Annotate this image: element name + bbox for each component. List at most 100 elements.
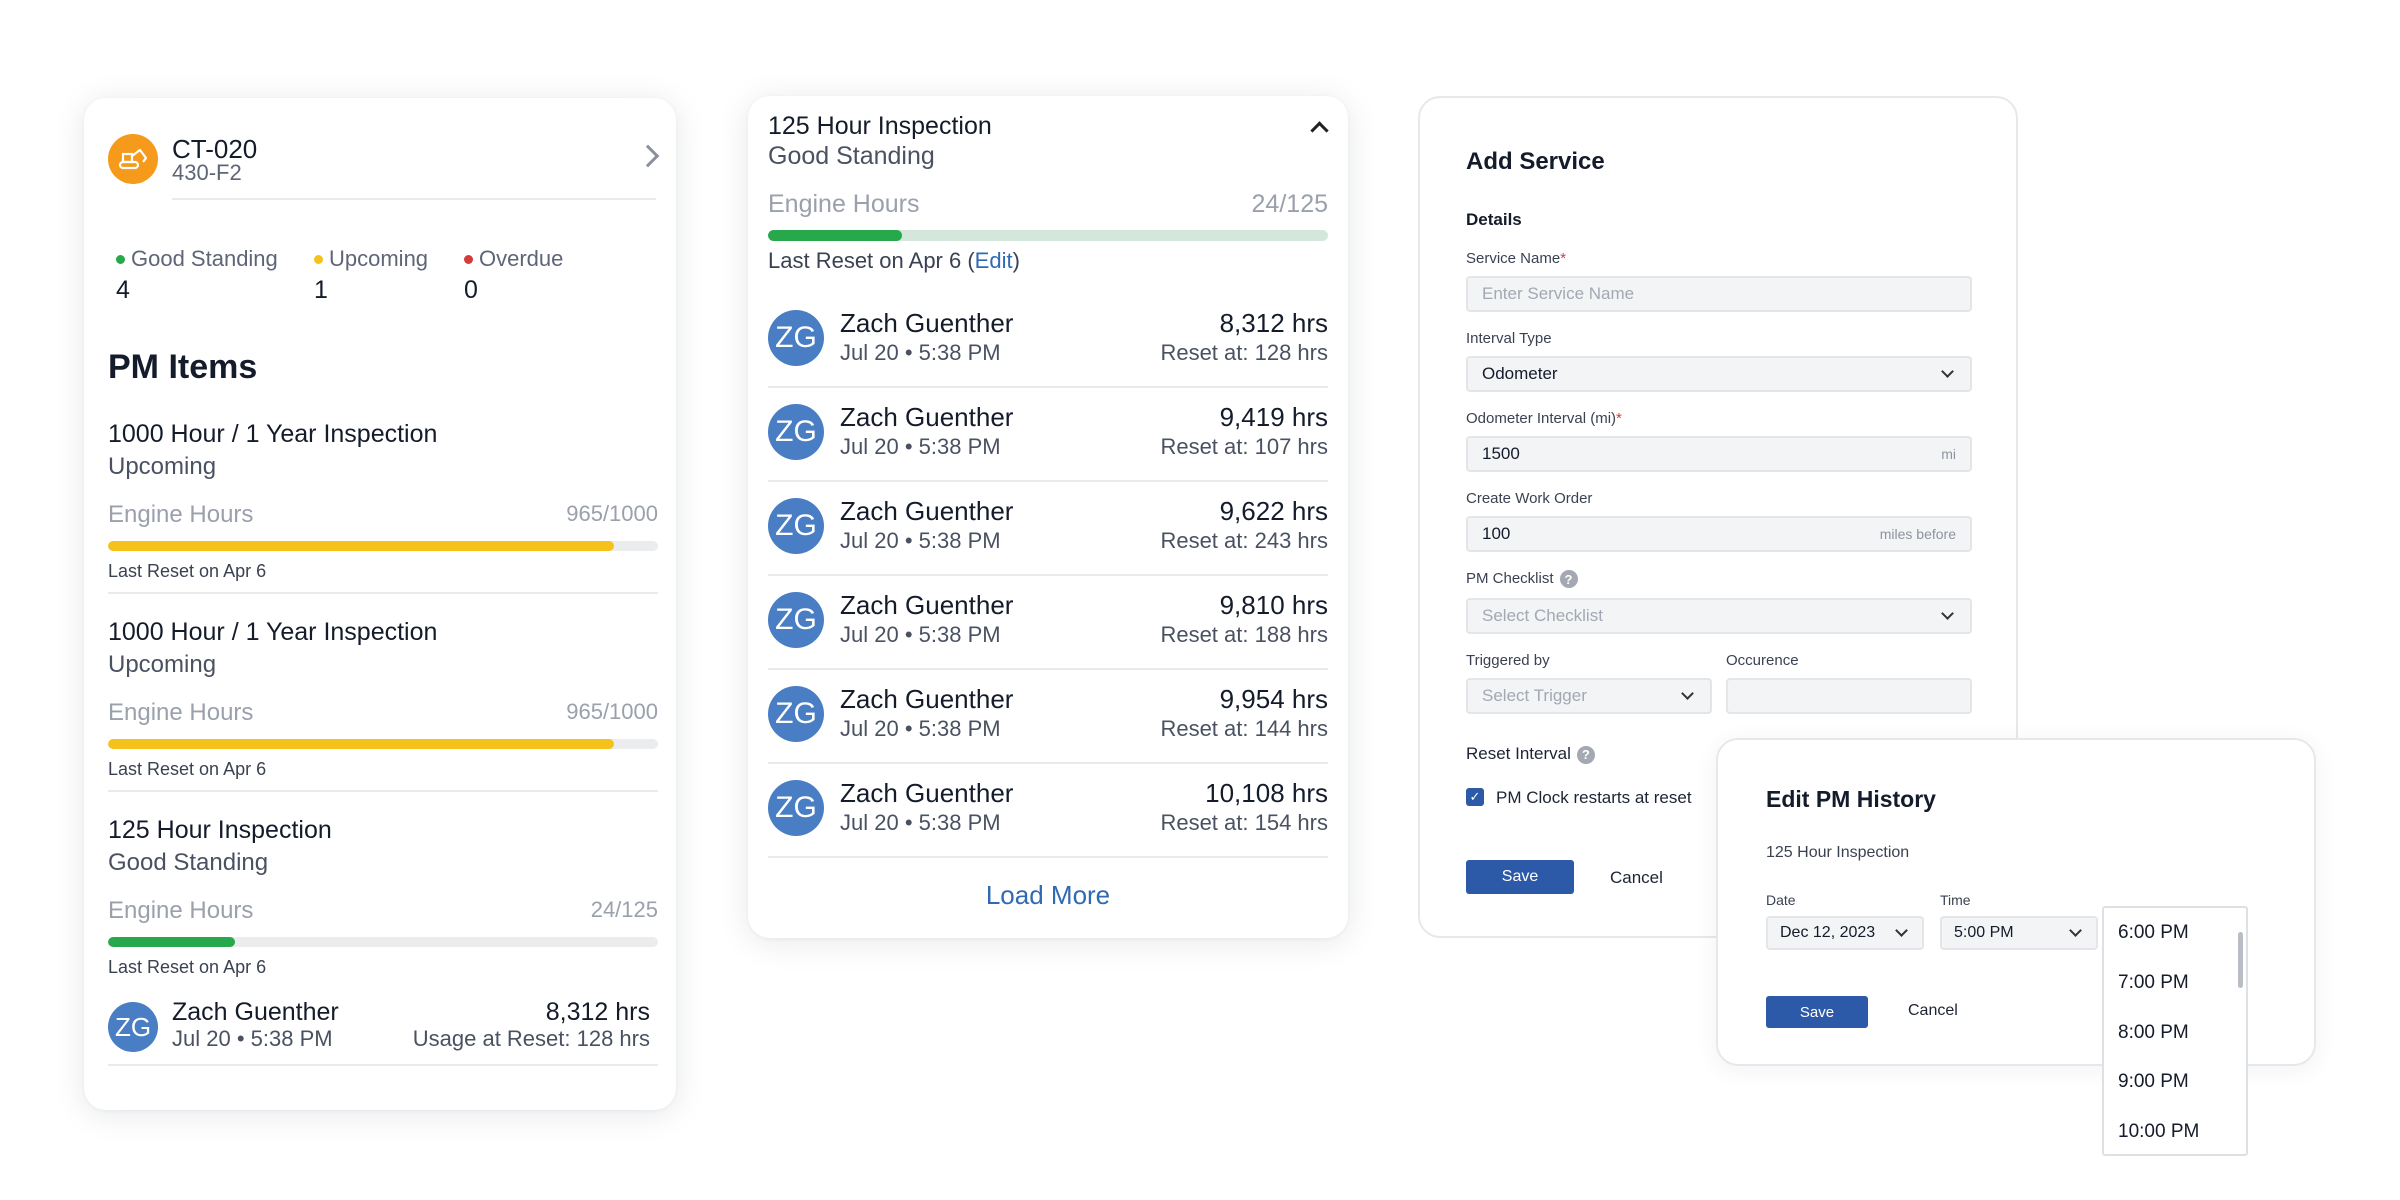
upcoming-dot [314, 254, 323, 264]
avatar: ZG [768, 780, 824, 836]
time-option[interactable]: 7:00 PM [2118, 972, 2189, 994]
pm-item-reset: Last Reset on Apr 6 [108, 759, 267, 779]
service-name-input[interactable]: Enter Service Name [1466, 276, 1972, 312]
divider [108, 790, 658, 792]
progress-fill [108, 739, 614, 749]
date-select[interactable]: Dec 12, 2023 [1766, 916, 1924, 950]
history-reset: Reset at: 188 hrs [1160, 622, 1328, 647]
inspection-history-card: 125 Hour Inspection Good Standing Engine… [748, 96, 1348, 938]
dialog-subtitle: 125 Hour Inspection [1766, 844, 1910, 861]
chevron-up-icon[interactable] [1310, 121, 1329, 140]
history-row[interactable]: ZG Zach Guenther Jul 20 • 5:38 PM 9,810 … [768, 576, 1328, 670]
help-icon[interactable]: ? [1559, 570, 1578, 589]
history-hours: 9,419 hrs [1219, 402, 1328, 432]
stat-overdue-label: Overdue [464, 246, 563, 272]
history-row[interactable]: ZG Zach Guenther Jul 20 • 5:38 PM 9,622 … [768, 482, 1328, 576]
help-icon[interactable]: ? [1576, 745, 1595, 764]
service-name-label: Service Name* [1466, 250, 1567, 267]
pm-item-status: Upcoming [108, 651, 217, 678]
cancel-button[interactable]: Cancel [1610, 868, 1663, 888]
history-hours: 9,954 hrs [1219, 684, 1328, 714]
history-hours: 9,810 hrs [1219, 590, 1328, 620]
save-button[interactable]: Save [1466, 860, 1574, 894]
progress-fill [108, 937, 235, 947]
stat-upcoming-label: Upcoming [314, 246, 428, 272]
time-options-list: 6:00 PM 7:00 PM 8:00 PM 9:00 PM 10:00 PM [2102, 906, 2248, 1156]
history-hours: 10,108 hrs [1205, 778, 1328, 808]
work-order-label: Create Work Order [1466, 490, 1593, 507]
time-option[interactable]: 6:00 PM [2118, 922, 2189, 944]
chevron-down-icon [1941, 607, 1954, 620]
avatar: ZG [768, 592, 824, 648]
history-timestamp: Jul 20 • 5:38 PM [172, 1026, 333, 1051]
progress-fill [108, 541, 614, 551]
time-option[interactable]: 8:00 PM [2118, 1022, 2189, 1044]
history-row[interactable]: ZG Zach Guenther Jul 20 • 5:38 PM 10,108… [768, 764, 1328, 858]
inspection-status: Good Standing [768, 142, 935, 170]
pm-item-name: 1000 Hour / 1 Year Inspection [108, 618, 438, 646]
pm-item[interactable]: 125 Hour Inspection Good Standing Engine… [108, 816, 658, 978]
history-reset: Reset at: 243 hrs [1160, 528, 1328, 553]
history-timestamp: Jul 20 • 5:38 PM [840, 434, 1001, 459]
inspection-metric: Engine Hours 24/125 [768, 190, 1328, 218]
divider [108, 592, 658, 594]
time-select[interactable]: 5:00 PM [1940, 916, 2098, 950]
pm-item[interactable]: 1000 Hour / 1 Year Inspection Upcoming E… [108, 420, 658, 582]
work-order-input[interactable]: 100 miles before [1466, 516, 1972, 552]
pm-clock-checkbox-label: PM Clock restarts at reset [1496, 788, 1692, 807]
reset-interval-label: Reset Interval? [1466, 744, 1595, 764]
odometer-interval-input[interactable]: 1500 mi [1466, 436, 1972, 472]
occurence-input[interactable] [1726, 678, 1972, 714]
pm-item-reset: Last Reset on Apr 6 [108, 957, 267, 977]
pm-checklist-select[interactable]: Select Checklist [1466, 598, 1972, 634]
form-title: Add Service [1466, 148, 1605, 175]
history-user-name: Zach Guenther [840, 496, 1014, 526]
history-row[interactable]: ZG Zach Guenther Jul 20 • 5:38 PM 9,419 … [768, 388, 1328, 482]
avatar: ZG [768, 498, 824, 554]
history-reset: Usage at Reset: 128 hrs [412, 1026, 650, 1051]
edit-reset-link[interactable]: Edit [975, 248, 1013, 273]
load-more-button[interactable]: Load More [748, 880, 1348, 911]
progress-bar [108, 937, 658, 947]
history-hours: 8,312 hrs [1219, 308, 1328, 338]
scrollbar-thumb[interactable] [2238, 932, 2243, 988]
chevron-right-icon[interactable] [636, 144, 660, 168]
stat-good-value: 4 [116, 276, 130, 304]
overdue-dot [464, 254, 473, 264]
chevron-down-icon [1681, 687, 1694, 700]
triggered-by-select[interactable]: Select Trigger [1466, 678, 1712, 714]
time-option[interactable]: 9:00 PM [2118, 1071, 2189, 1093]
pm-item-status: Good Standing [108, 849, 269, 876]
pm-item-metric: Engine Hours 965/1000 [108, 501, 658, 528]
save-button[interactable]: Save [1766, 996, 1868, 1028]
pm-item-reset: Last Reset on Apr 6 [108, 561, 267, 581]
occurence-label: Occurence [1726, 652, 1799, 669]
pm-item[interactable]: 1000 Hour / 1 Year Inspection Upcoming E… [108, 618, 658, 780]
history-row[interactable]: ZG Zach Guenther Jul 20 • 5:38 PM 8,312 … [768, 294, 1328, 388]
history-timestamp: Jul 20 • 5:38 PM [840, 622, 1001, 647]
excavator-icon [108, 134, 158, 184]
pm-item-status: Upcoming [108, 453, 217, 480]
date-label: Date [1766, 892, 1796, 908]
history-row[interactable]: ZG Zach Guenther Jul 20 • 5:38 PM 9,954 … [768, 670, 1328, 764]
time-option[interactable]: 10:00 PM [2118, 1121, 2199, 1143]
odometer-interval-label: Odometer Interval (mi)* [1466, 410, 1622, 427]
pm-clock-checkbox[interactable]: ✓ [1466, 788, 1484, 806]
avatar: ZG [768, 310, 824, 366]
stat-good-label: Good Standing [116, 246, 278, 272]
pm-items-title: PM Items [108, 348, 258, 386]
history-timestamp: Jul 20 • 5:38 PM [840, 340, 1001, 365]
dialog-title: Edit PM History [1766, 786, 1936, 812]
history-reset: Reset at: 154 hrs [1160, 810, 1328, 835]
history-user-name: Zach Guenther [172, 998, 339, 1026]
history-hours: 8,312 hrs [545, 998, 650, 1026]
chevron-down-icon [2069, 924, 2082, 937]
pm-checklist-label: PM Checklist? [1466, 570, 1578, 589]
interval-type-select[interactable]: Odometer [1466, 356, 1972, 392]
stat-overdue-value: 0 [464, 276, 478, 304]
cancel-button[interactable]: Cancel [1908, 1002, 1958, 1020]
interval-type-label: Interval Type [1466, 330, 1552, 347]
pm-item-metric: Engine Hours 965/1000 [108, 699, 658, 726]
time-label: Time [1940, 892, 1971, 908]
inspection-title: 125 Hour Inspection [768, 112, 992, 140]
